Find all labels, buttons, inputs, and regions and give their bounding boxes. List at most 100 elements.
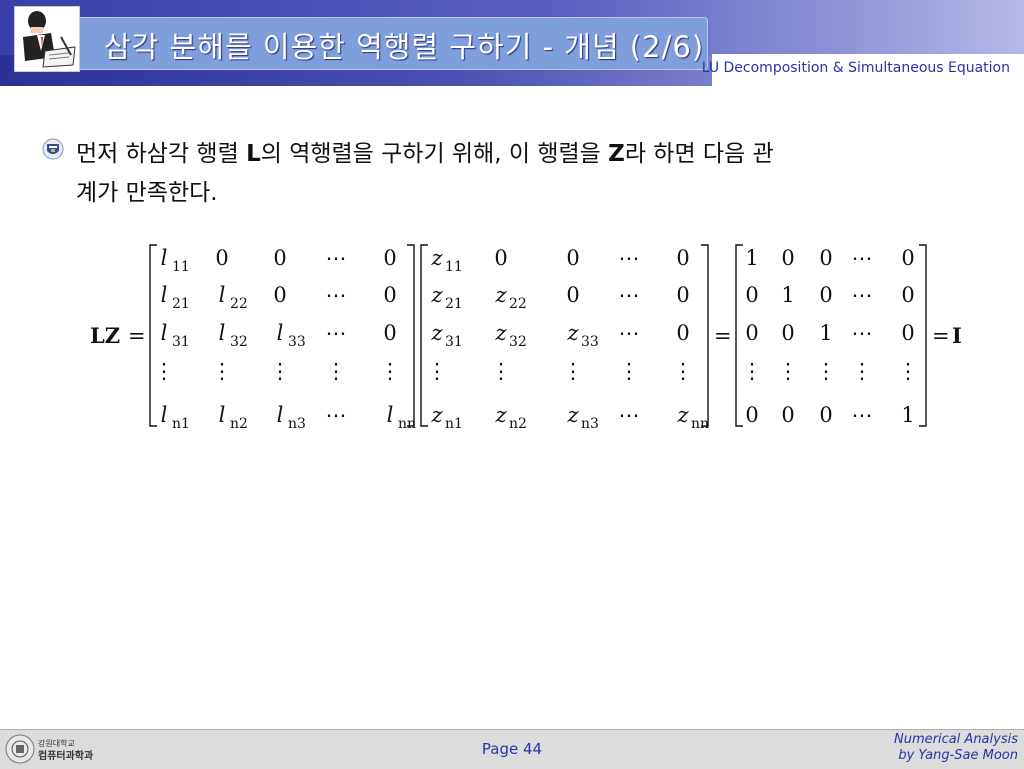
matrix-l-cell: ⋮ (326, 359, 347, 383)
matrix-i-cell: ⋯ (852, 283, 873, 307)
body-line-2: 계가 만족한다. (76, 180, 218, 206)
matrix-z-cell: ⋮ (491, 359, 512, 383)
course-name: Numerical Analysis (893, 732, 1018, 747)
matrix-z-cell-subscript: 21 (445, 296, 463, 312)
matrix-i-cell: 0 (745, 283, 758, 307)
matrix-z-cell: ⋯ (619, 283, 640, 307)
matrix-z-cell-subscript: 31 (445, 334, 463, 350)
matrix-i-cell: ⋯ (852, 321, 873, 345)
course-author: by Yang-Sae Moon (898, 748, 1018, 763)
matrix-l-cell: l (387, 403, 394, 427)
matrix-l-cell: ⋮ (270, 359, 291, 383)
matrix-i-cell: 0 (781, 321, 794, 345)
matrix-z-symbol: Z (608, 141, 625, 167)
slide-subtitle: LU Decomposition & Simultaneous Equation (701, 60, 1010, 76)
matrix-l-cell: l (277, 321, 284, 345)
equation-rhs: I (952, 323, 962, 348)
matrix-equation: LZ =l 11 0 0 ⋯ 0l 21 l 22 0 ⋯ 0l 31 l 32 l 33 ⋯ 0⋮ ⋮ ⋮ ⋮ ⋮l n1 l n… (90, 244, 962, 430)
matrix-z-cell: z (676, 403, 689, 427)
matrix-l-left-bracket (149, 244, 157, 427)
matrix-i-cell: ⋯ (852, 403, 873, 427)
matrix-i-cell: ⋮ (852, 359, 873, 383)
matrix-z-cell: ⋮ (673, 359, 694, 383)
matrix-l-cell: ⋮ (380, 359, 401, 383)
matrix-l-cell: ⋯ (326, 321, 347, 345)
matrix-l-cell: 0 (383, 246, 396, 270)
matrix-i-cell: ⋮ (742, 359, 763, 383)
matrix-l-cell: l (219, 321, 226, 345)
slide-title: 삼각 분해를 이용한 역행렬 구하기 - 개념 (2/6) (104, 30, 705, 64)
matrix-l-cell-subscript: 32 (230, 334, 248, 350)
matrix-z-cell: ⋮ (563, 359, 584, 383)
matrix-z-cell-subscript: n1 (445, 416, 463, 430)
matrix-l-cell: l (161, 321, 168, 345)
matrix-i-cell: ⋯ (852, 246, 873, 270)
matrix-i-cell: 0 (901, 321, 914, 345)
matrix-l-cell: l (161, 283, 168, 307)
equals-sign: = (128, 324, 146, 348)
matrix-z-cell-subscript: n2 (509, 416, 527, 430)
matrix-z-cell-subscript: 33 (581, 334, 599, 350)
matrix-z-cell: 0 (566, 246, 579, 270)
matrix-l-cell-subscript: n3 (288, 416, 306, 430)
matrix-z-cell: ⋯ (619, 403, 640, 427)
matrix-i-cell: ⋮ (778, 359, 799, 383)
matrix-z-cell-subscript: 11 (445, 259, 463, 275)
matrix-z-cell: ⋯ (619, 246, 640, 270)
equals-sign: = (714, 324, 732, 348)
matrix-l-cell: 0 (273, 283, 286, 307)
matrix-i-cell: 0 (901, 246, 914, 270)
matrix-i-cell: 0 (819, 246, 832, 270)
page-number: Page 44 (481, 740, 543, 758)
matrix-i-cell: ⋮ (898, 359, 919, 383)
matrix-i-cell: 0 (901, 283, 914, 307)
matrix-l-cell-subscript: 11 (172, 259, 190, 275)
bullet-emblem-icon (42, 138, 64, 160)
matrix-z-cell: z (430, 321, 443, 345)
matrix-l-cell: l (219, 403, 226, 427)
matrix-z-cell: z (494, 283, 507, 307)
matrix-i-left-bracket (735, 244, 743, 427)
matrix-i-cell: 1 (781, 283, 794, 307)
matrix-z-cell-subscript: n3 (581, 416, 599, 430)
body-text-segment: 먼저 하삼각 행렬 (76, 141, 247, 167)
matrix-z-cell: ⋮ (427, 359, 448, 383)
body-text-segment: 의 역행렬을 구하기 위해, 이 행렬을 (260, 141, 609, 167)
matrix-i-cell: 0 (745, 403, 758, 427)
body-text-segment: 라 하면 다음 관 (624, 141, 774, 167)
matrix-z-cell: z (430, 403, 443, 427)
matrix-i-cell: 0 (781, 403, 794, 427)
body-line-1: 먼저 하삼각 행렬 L의 역행렬을 구하기 위해, 이 행렬을 Z라 하면 다음… (76, 134, 774, 168)
matrix-z-cell: 0 (676, 246, 689, 270)
matrix-i-cell: 1 (745, 246, 758, 270)
matrix-z-cell-subscript: 22 (509, 296, 527, 312)
equation-lhs: LZ (90, 323, 120, 348)
matrix-l-cell: ⋯ (326, 403, 347, 427)
matrix-z-cell: z (430, 246, 443, 270)
matrix-z-cell: 0 (676, 283, 689, 307)
matrix-z-cell: 0 (566, 283, 579, 307)
matrix-z-left-bracket (420, 244, 428, 427)
matrix-z-cell-subscript: 32 (509, 334, 527, 350)
matrix-l-cell-subscript: 21 (172, 296, 190, 312)
matrix-l-cell: ⋮ (154, 359, 175, 383)
matrix-l-cell: l (161, 403, 168, 427)
matrix-i-cell: 1 (901, 403, 914, 427)
matrix-l-cell: l (219, 283, 226, 307)
matrix-l-cell: ⋯ (326, 283, 347, 307)
matrix-l-cell: 0 (383, 283, 396, 307)
matrix-i-cell: 0 (781, 246, 794, 270)
matrix-z-cell: z (494, 403, 507, 427)
matrix-z-cell: ⋮ (619, 359, 640, 383)
matrix-l-cell: 0 (215, 246, 228, 270)
lecturer-clipart-icon (14, 6, 80, 72)
matrix-z-cell: z (566, 403, 579, 427)
matrix-z-cell: z (566, 321, 579, 345)
matrix-i-right-bracket (919, 244, 927, 427)
equals-sign: = (932, 324, 950, 348)
matrix-l-cell: ⋯ (326, 246, 347, 270)
matrix-i-cell: 0 (819, 283, 832, 307)
matrix-z-cell: 0 (494, 246, 507, 270)
matrix-l-cell: 0 (383, 321, 396, 345)
matrix-l-symbol: L (246, 141, 261, 167)
